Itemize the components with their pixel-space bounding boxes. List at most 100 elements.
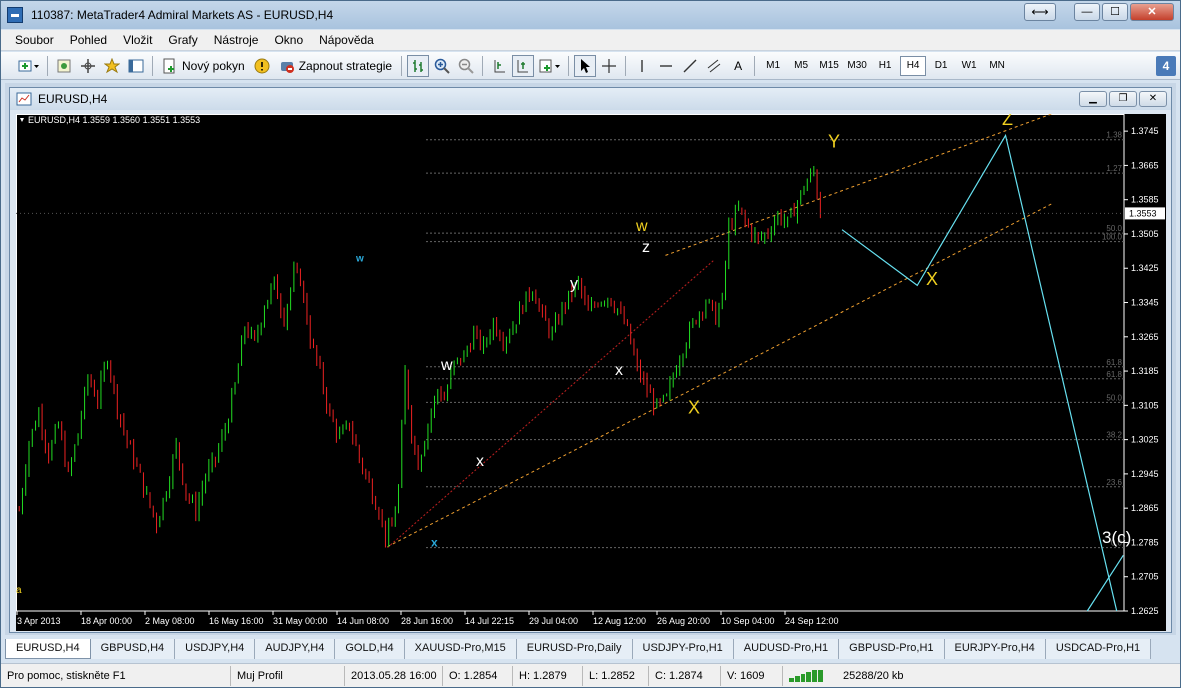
chart-minimize-button[interactable]: ▁ — [1079, 91, 1107, 107]
tab-usdcad-pro-h1[interactable]: USDCAD-Pro,H1 — [1045, 639, 1152, 659]
new-order-icon — [163, 58, 175, 73]
y-tick-label: 1.3025 — [1131, 435, 1159, 445]
timeframe-m30[interactable]: M30 — [844, 56, 870, 76]
x-tick-label: 29 Jul 04:00 — [529, 616, 578, 626]
crosshair-tool-button[interactable] — [598, 55, 620, 77]
y-tick-label: 1.2865 — [1131, 503, 1159, 513]
timeframe-mn[interactable]: MN — [984, 56, 1010, 76]
tab-gbpusd-h4[interactable]: GBPUSD,H4 — [90, 639, 176, 659]
menu-vlozit[interactable]: Vložit — [115, 33, 160, 47]
wave-label: w — [355, 253, 364, 264]
toolbar-divider — [482, 55, 484, 76]
new-chart-button[interactable] — [15, 55, 42, 77]
channel-button[interactable] — [703, 55, 725, 77]
tab-eurusd-pro-daily[interactable]: EURUSD-Pro,Daily — [516, 639, 633, 659]
navigator-button[interactable] — [101, 55, 123, 77]
x-tick-label: 28 Jun 16:00 — [401, 616, 453, 626]
tab-audusd-pro-h1[interactable]: AUDUSD-Pro,H1 — [733, 639, 840, 659]
timeframe-m5[interactable]: M5 — [788, 56, 814, 76]
terminal-window-icon — [128, 59, 144, 72]
menu-soubor[interactable]: Soubor — [1, 33, 62, 47]
horizontal-line-button[interactable] — [655, 55, 677, 77]
autotrading-label: Zapnout strategie — [298, 58, 393, 73]
y-tick-label: 1.3105 — [1131, 400, 1159, 410]
autotrading-button[interactable]: Zapnout strategie — [275, 55, 396, 77]
status-connection[interactable]: 25288/20 kb — [783, 666, 933, 686]
trendline-button[interactable] — [679, 55, 701, 77]
wave-label: X — [926, 269, 938, 289]
bar-chart-button[interactable] — [407, 54, 430, 77]
minimize-button[interactable]: — — [1074, 3, 1100, 21]
y-tick-label: 1.3425 — [1131, 263, 1159, 273]
tab-xauusd-pro-m15[interactable]: XAUUSD-Pro,M15 — [404, 639, 517, 659]
zoom-out-icon — [458, 58, 474, 74]
status-bar: Pro pomoc, stiskněte F1 Muj Profil 2013.… — [1, 663, 1180, 687]
market-watch-button[interactable] — [77, 55, 99, 77]
x-tick-label: 16 May 16:00 — [209, 616, 264, 626]
warning-icon — [254, 58, 270, 73]
menu-nastroje[interactable]: Nástroje — [206, 33, 267, 47]
channel-icon — [707, 59, 721, 72]
status-help: Pro pomoc, stiskněte F1 — [1, 665, 231, 686]
menu-napoveda[interactable]: Nápověda — [311, 33, 382, 47]
chart-shift-button[interactable] — [488, 55, 510, 77]
channel-upper-line — [665, 114, 1052, 256]
maximize-button[interactable]: ☐ — [1102, 3, 1128, 21]
timeframe-m15[interactable]: M15 — [816, 56, 842, 76]
wave-label: w — [635, 218, 648, 235]
symbol-menu-icon — [20, 118, 24, 122]
fib-level-label: 61.8 — [1106, 370, 1122, 379]
zoom-in-button[interactable] — [431, 55, 453, 77]
vertical-line-button[interactable] — [631, 55, 653, 77]
close-button[interactable]: ✕ — [1130, 3, 1174, 21]
tab-usdjpy-pro-h1[interactable]: USDJPY-Pro,H1 — [632, 639, 734, 659]
toolbar-divider — [152, 55, 153, 76]
menu-pohled[interactable]: Pohled — [62, 33, 115, 47]
traffic-label: 25288/20 kb — [843, 669, 904, 682]
chart-close-button[interactable]: ✕ — [1139, 91, 1167, 107]
wave-label: a — [16, 585, 22, 596]
auto-scroll-button[interactable] — [512, 54, 535, 77]
tab-gbpusd-pro-h1[interactable]: GBPUSD-Pro,H1 — [839, 639, 945, 659]
text-tool-button[interactable]: A — [727, 55, 749, 77]
zoom-out-button[interactable] — [455, 55, 477, 77]
y-tick-label: 1.3265 — [1131, 332, 1159, 342]
wave-label: Y — [828, 131, 840, 151]
menu-okno[interactable]: Okno — [266, 33, 311, 47]
indicators-button[interactable] — [536, 55, 563, 77]
metatrader-logo-icon — [7, 7, 23, 23]
chart-canvas[interactable]: EURUSD,H4 1.3559 1.3560 1.3551 1.3553 1.3… — [16, 114, 1166, 631]
chart-info-line: EURUSD,H4 1.3559 1.3560 1.3551 1.3553 — [28, 115, 200, 125]
timeframe-h1[interactable]: H1 — [872, 56, 898, 76]
terminal-button[interactable] — [125, 55, 147, 77]
timeframe-d1[interactable]: D1 — [928, 56, 954, 76]
app-window: 110387: MetaTrader4 Admiral Markets AS -… — [0, 0, 1181, 688]
chart-tabs: EURUSD,H4 GBPUSD,H4 USDJPY,H4 AUDJPY,H4 … — [5, 639, 1178, 659]
menu-grafy[interactable]: Grafy — [160, 33, 205, 47]
x-tick-label: 18 Apr 00:00 — [81, 616, 132, 626]
tab-audjpy-h4[interactable]: AUDJPY,H4 — [255, 639, 336, 659]
cursor-arrow-icon — [581, 58, 591, 73]
tab-gold-h4[interactable]: GOLD,H4 — [335, 639, 405, 659]
profiles-button[interactable] — [53, 55, 75, 77]
cursor-tool-button[interactable] — [574, 54, 597, 77]
toolbar-divider — [625, 55, 627, 76]
meta-editor-button[interactable] — [251, 55, 273, 77]
timeframe-h4[interactable]: H4 — [900, 55, 927, 76]
x-tick-label: 24 Sep 12:00 — [785, 616, 839, 626]
chart-maximize-button[interactable]: ❐ — [1109, 91, 1137, 107]
timeframe-m1[interactable]: M1 — [760, 56, 786, 76]
tab-eurusd-h4[interactable]: EURUSD,H4 — [5, 639, 91, 659]
zoom-in-icon — [434, 58, 450, 74]
tab-eurjpy-pro-h4[interactable]: EURJPY-Pro,H4 — [944, 639, 1046, 659]
y-tick-label: 1.3745 — [1131, 126, 1159, 136]
status-profile[interactable]: Muj Profil — [231, 665, 345, 686]
horizontal-line-icon — [660, 64, 673, 67]
message-badge[interactable]: 4 — [1156, 55, 1176, 76]
resize-icon[interactable]: ⟷ — [1024, 3, 1056, 21]
timeframe-w1[interactable]: W1 — [956, 56, 982, 76]
new-order-button[interactable]: Nový pokyn — [158, 55, 249, 77]
tab-usdjpy-h4[interactable]: USDJPY,H4 — [175, 639, 256, 659]
auto-scroll-icon — [517, 59, 529, 72]
price-chart[interactable]: EURUSD,H4 1.3559 1.3560 1.3551 1.3553 1.3… — [16, 114, 1166, 631]
